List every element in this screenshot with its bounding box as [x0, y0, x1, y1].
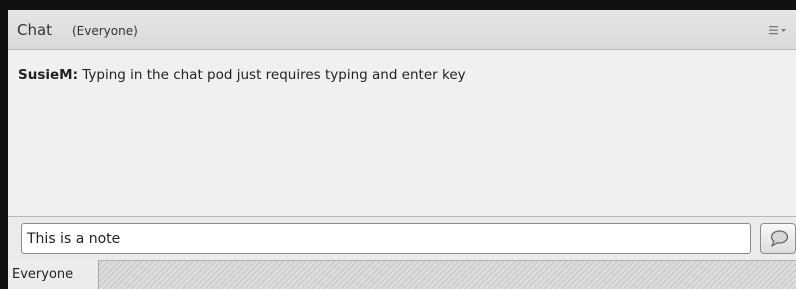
- window-frame: Chat (Everyone) SusieM: Typing in the ch…: [0, 0, 796, 289]
- message-list: SusieM: Typing in the chat pod just requ…: [8, 50, 796, 216]
- list-menu-icon: [769, 26, 786, 35]
- composer-row: [8, 217, 796, 260]
- pod-title: Chat: [17, 21, 53, 39]
- tab-bar: Everyone: [8, 260, 796, 289]
- send-button[interactable]: [760, 223, 796, 254]
- chat-input[interactable]: [21, 223, 751, 254]
- chat-message: SusieM: Typing in the chat pod just requ…: [18, 67, 466, 83]
- message-sender: SusieM:: [18, 67, 78, 83]
- message-text: Typing in the chat pod just requires typ…: [78, 67, 466, 83]
- chat-pod: Chat (Everyone) SusieM: Typing in the ch…: [8, 10, 796, 289]
- pod-menu-button[interactable]: [768, 23, 788, 37]
- speech-bubble-icon: [770, 230, 789, 247]
- tab-everyone[interactable]: Everyone: [8, 260, 99, 289]
- pod-subtitle: (Everyone): [72, 24, 138, 38]
- chat-header: Chat (Everyone): [8, 10, 796, 50]
